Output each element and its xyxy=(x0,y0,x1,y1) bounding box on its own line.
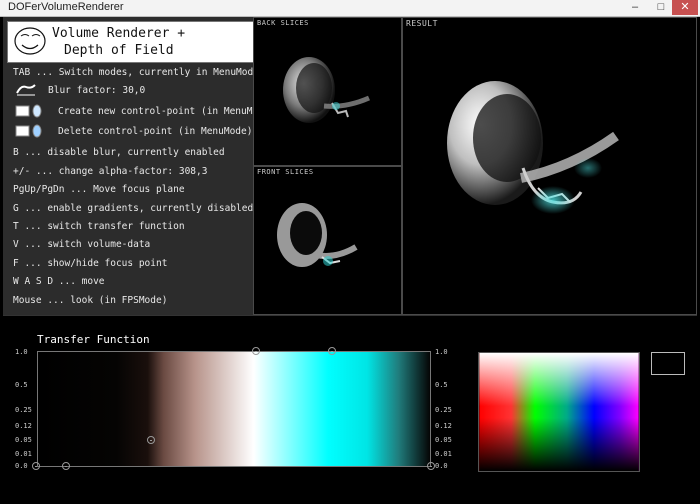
menu-delete-line: Delete control-point (in MenuMode) xyxy=(58,126,253,137)
logo-line-2: Depth of Field xyxy=(64,43,174,58)
back-slices-panel: BACK SLICES xyxy=(253,17,402,166)
menu-wasd-line: W A S D ... move xyxy=(13,276,105,287)
tick-left-0.5: 0.5 xyxy=(15,381,28,389)
menu-f-line: F ... show/hide focus point xyxy=(13,258,168,269)
app-canvas[interactable]: Volume Renderer + Depth of Field TAB ...… xyxy=(3,17,697,503)
blur-mouse-icon xyxy=(16,84,36,96)
front-slices-render xyxy=(277,203,358,267)
transfer-function-gradient[interactable] xyxy=(37,351,431,467)
menu-b-line: B ... disable blur, currently enabled xyxy=(13,147,225,158)
menu-tab-line: TAB ... Switch modes, currently in MenuM… xyxy=(13,67,259,78)
window-titlebar: DOFerVolumeRenderer – □ ✕ xyxy=(0,0,700,17)
menu-v-line: V ... switch volume-data xyxy=(13,239,151,250)
menu-pg-line: PgUp/PgDn ... Move focus plane xyxy=(13,184,185,195)
menu-mouse-line: Mouse ... look (in FPSMode) xyxy=(13,295,168,306)
menu-alpha-line: +/- ... change alpha-factor: 308,3 xyxy=(13,166,208,177)
window-title: DOFerVolumeRenderer xyxy=(8,1,124,13)
control-point[interactable] xyxy=(252,347,260,355)
tick-right-0.25: 0.25 xyxy=(435,406,452,414)
control-point[interactable] xyxy=(427,462,435,470)
menu-create-line: Create new control-point (in MenuMode) xyxy=(58,106,276,117)
menu-blur-line: Blur factor: 30,0 xyxy=(48,85,146,96)
control-point[interactable] xyxy=(32,462,40,470)
result-panel[interactable]: RESULT xyxy=(402,17,697,315)
selected-color-swatch[interactable] xyxy=(651,352,685,375)
tick-right-0.5: 0.5 xyxy=(435,381,448,389)
control-point[interactable] xyxy=(328,347,336,355)
tick-left-0.25: 0.25 xyxy=(15,406,32,414)
tick-right-1.0: 1.0 xyxy=(435,348,448,356)
tick-right-0.12: 0.12 xyxy=(435,422,452,430)
tick-left-0.01: 0.01 xyxy=(15,450,32,458)
logo-box: Volume Renderer + Depth of Field xyxy=(7,21,254,63)
close-button[interactable]: ✕ xyxy=(672,0,698,15)
tick-left-0.0: 0.0 xyxy=(15,462,28,470)
menu-g-line: G ... enable gradients, currently disabl… xyxy=(13,203,254,214)
tick-right-0.01: 0.01 xyxy=(435,450,452,458)
transfer-function-title: Transfer Function xyxy=(37,333,150,346)
tick-left-0.05: 0.05 xyxy=(15,436,32,444)
tick-left-1.0: 1.0 xyxy=(15,348,28,356)
maximize-button[interactable]: □ xyxy=(648,0,674,15)
rage-face-icon xyxy=(14,27,46,55)
menu-t-line: T ... switch transfer function xyxy=(13,221,185,232)
transfer-function-editor: Transfer Function 1.0 0.5 0.25 0.12 0.05… xyxy=(3,315,697,503)
control-point[interactable] xyxy=(62,462,70,470)
result-render xyxy=(447,81,619,214)
control-point[interactable] xyxy=(147,436,155,444)
ctrl-click-icon xyxy=(15,104,42,118)
color-picker[interactable] xyxy=(478,352,640,472)
delete-click-icon xyxy=(15,124,42,138)
menu-panel: Volume Renderer + Depth of Field TAB ...… xyxy=(3,17,275,315)
tick-left-0.12: 0.12 xyxy=(15,422,32,430)
back-slices-render xyxy=(283,57,370,123)
tick-right-0.05: 0.05 xyxy=(435,436,452,444)
front-slices-panel: FRONT SLICES xyxy=(253,166,402,315)
logo-line-1: Volume Renderer + xyxy=(52,26,186,41)
minimize-button[interactable]: – xyxy=(622,0,648,15)
tick-right-0.0: 0.0 xyxy=(435,462,448,470)
